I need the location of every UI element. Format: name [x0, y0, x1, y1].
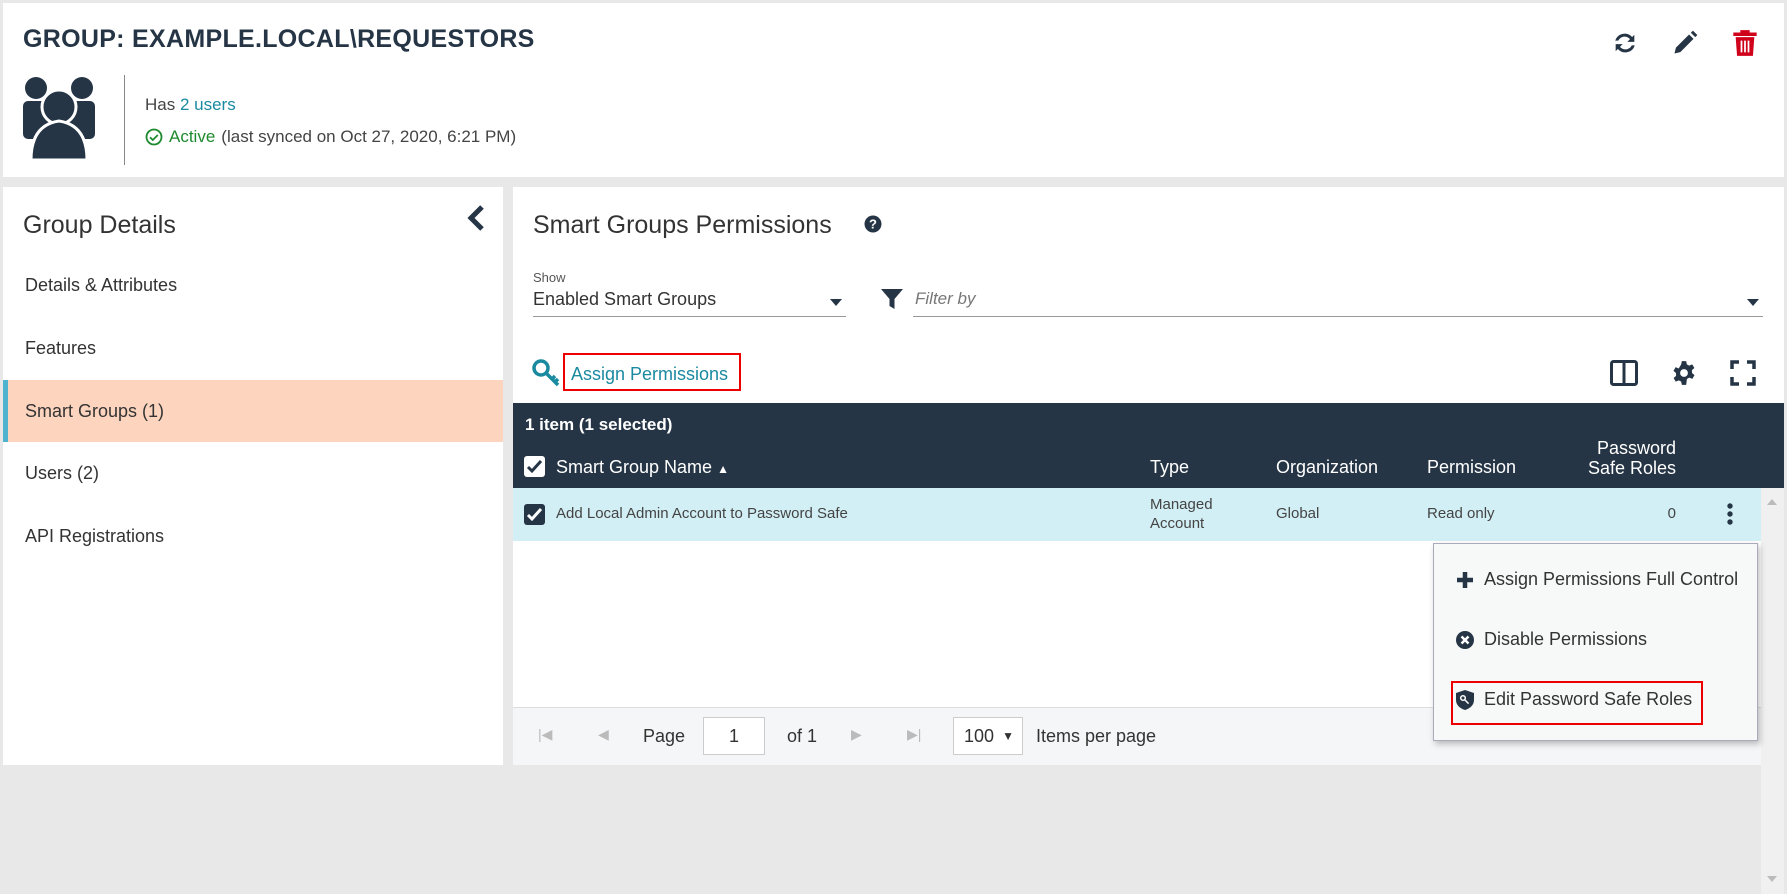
- page-title: GROUP: EXAMPLE.LOCAL\REQUESTORS: [23, 25, 535, 53]
- row-context-menu: Assign Permissions Full Control Disable …: [1433, 543, 1758, 741]
- x-circle-icon: [1456, 630, 1474, 649]
- collapse-chevron-icon[interactable]: [465, 204, 487, 232]
- users-link[interactable]: 2 users: [180, 95, 236, 114]
- sort-asc-icon: ▲: [717, 462, 729, 476]
- menu-item-label: Disable Permissions: [1484, 629, 1648, 649]
- check-circle-icon: [145, 128, 163, 146]
- next-page-icon[interactable]: ▶: [851, 726, 862, 743]
- cell-type: Managed Account: [1150, 496, 1213, 532]
- filter-placeholder: Filter by: [915, 289, 976, 308]
- first-page-icon[interactable]: |◀: [538, 726, 552, 743]
- sidebar-item-features[interactable]: Features: [3, 317, 503, 379]
- highlight-box: [1451, 681, 1703, 725]
- filter-input[interactable]: Filter by: [913, 289, 1763, 317]
- status-line: Active (last synced on Oct 27, 2020, 6:2…: [145, 127, 516, 147]
- per-page-value: 100: [964, 726, 995, 746]
- per-page-label: Items per page: [1036, 726, 1157, 746]
- grid-summary: 1 item (1 selected): [525, 415, 673, 434]
- sidebar-item-label: Features: [25, 338, 97, 358]
- column-header-organization[interactable]: Organization: [1276, 457, 1378, 478]
- has-label: Has: [145, 95, 176, 114]
- page-label: Page: [643, 726, 686, 746]
- page-value: 1: [728, 726, 739, 746]
- caret-down-icon: [1747, 299, 1759, 312]
- per-page-select[interactable]: 100 ▼: [953, 717, 1023, 755]
- trash-icon[interactable]: [1732, 29, 1758, 57]
- column-label: Smart Group Name: [556, 457, 713, 477]
- cell-roles: 0: [1667, 505, 1676, 522]
- sidebar-item-label: Users (2): [25, 463, 100, 483]
- main-panel: Smart Groups Permissions ? Show Enabled …: [513, 187, 1784, 894]
- grid-header: 1 item (1 selected) Smart Group Name ▲ T…: [513, 403, 1784, 488]
- row-checkbox[interactable]: [524, 504, 545, 525]
- sidebar-title: Group Details: [23, 211, 176, 239]
- show-select-value: Enabled Smart Groups: [533, 289, 717, 309]
- scroll-up-icon[interactable]: [1767, 494, 1777, 505]
- pencil-icon[interactable]: [1671, 29, 1699, 57]
- sync-text: (last synced on Oct 27, 2020, 6:21 PM): [221, 127, 517, 146]
- group-header: GROUP: EXAMPLE.LOCAL\REQUESTORS Has 2 us…: [3, 3, 1784, 177]
- chevron-down-icon: ▼: [1002, 729, 1014, 743]
- column-header-permission[interactable]: Permission: [1427, 457, 1516, 478]
- plus-icon: [1456, 571, 1474, 589]
- column-header-roles[interactable]: Password Safe Roles: [1576, 438, 1676, 478]
- column-header-type[interactable]: Type: [1150, 457, 1189, 478]
- status-badge: Active: [169, 127, 216, 146]
- fullscreen-icon[interactable]: [1730, 360, 1756, 386]
- sidebar-item-api-registrations[interactable]: API Registrations: [3, 505, 503, 567]
- table-row[interactable]: Add Local Admin Account to Password Safe…: [513, 488, 1761, 541]
- filter-icon: [880, 287, 904, 311]
- section-title: Smart Groups Permissions: [533, 211, 832, 239]
- users-count: Has 2 users: [145, 95, 236, 115]
- sidebar-item-users[interactable]: Users (2): [3, 442, 503, 504]
- cell-name: Add Local Admin Account to Password Safe: [556, 505, 848, 522]
- column-header-name[interactable]: Smart Group Name ▲: [556, 457, 729, 478]
- show-select[interactable]: Enabled Smart Groups: [533, 289, 846, 317]
- of-pages-label: of 1: [787, 726, 818, 746]
- row-actions-kebab-icon[interactable]: [1726, 503, 1734, 525]
- sidebar-item-label: Details & Attributes: [25, 275, 178, 295]
- caret-down-icon: [830, 299, 842, 312]
- prev-page-icon[interactable]: ◀: [598, 726, 609, 743]
- select-all-checkbox[interactable]: [524, 456, 545, 477]
- columns-icon[interactable]: [1610, 360, 1638, 386]
- divider: [124, 75, 125, 165]
- cell-permission: Read only: [1427, 505, 1495, 522]
- highlight-box: [563, 353, 741, 391]
- menu-item-assign-full-control[interactable]: Assign Permissions Full Control: [1456, 569, 1738, 590]
- sidebar-item-details[interactable]: Details & Attributes: [3, 254, 503, 316]
- sidebar-item-smart-groups[interactable]: Smart Groups (1): [3, 380, 503, 442]
- sidebar-item-label: API Registrations: [25, 526, 165, 546]
- help-icon[interactable]: ?: [864, 215, 882, 233]
- gear-icon[interactable]: [1671, 360, 1697, 386]
- scroll-down-icon[interactable]: [1767, 876, 1777, 887]
- refresh-icon[interactable]: [1611, 29, 1639, 57]
- key-icon: [532, 359, 562, 387]
- show-label: Show: [533, 270, 566, 285]
- svg-text:?: ?: [869, 217, 877, 232]
- page-input[interactable]: 1: [703, 717, 765, 755]
- menu-item-disable-permissions[interactable]: Disable Permissions: [1456, 629, 1647, 650]
- scrollbar[interactable]: [1761, 488, 1784, 894]
- cell-organization: Global: [1276, 505, 1320, 522]
- menu-item-label: Assign Permissions Full Control: [1484, 569, 1739, 589]
- group-icon: [23, 75, 95, 163]
- last-page-icon[interactable]: ▶|: [907, 726, 921, 743]
- sidebar-item-label: Smart Groups (1): [25, 401, 165, 421]
